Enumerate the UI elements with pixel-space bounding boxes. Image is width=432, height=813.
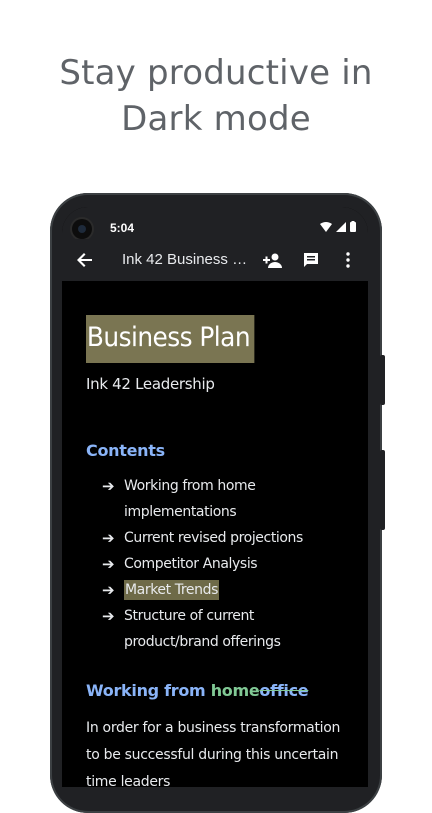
arrow-icon: ➔ bbox=[102, 607, 115, 625]
suggested-deletion[interactable]: office bbox=[259, 681, 308, 700]
arrow-icon: ➔ bbox=[102, 581, 115, 599]
phone-power-button bbox=[380, 355, 385, 405]
status-bar: 5:04 bbox=[62, 207, 368, 239]
promo-headline: Stay productive in Dark mode bbox=[0, 50, 432, 142]
section-heading: Working from homeoffice bbox=[86, 681, 309, 700]
contents-heading: Contents bbox=[86, 441, 165, 460]
phone-screen: 5:04 Ink 42 Business P... Business Plan … bbox=[62, 207, 368, 787]
toc-item[interactable]: ➔ Working from home implementations bbox=[102, 473, 352, 525]
toc-item-label-highlighted: Market Trends bbox=[124, 580, 219, 600]
status-time: 5:04 bbox=[110, 221, 135, 235]
suggested-insertion[interactable]: home bbox=[211, 681, 260, 700]
back-button[interactable] bbox=[74, 249, 96, 271]
toc-item[interactable]: ➔ Current revised projections bbox=[102, 525, 352, 551]
signal-icon bbox=[336, 221, 346, 232]
status-icons bbox=[320, 221, 356, 232]
comments-button[interactable] bbox=[300, 249, 322, 271]
doc-toolbar: Ink 42 Business P... bbox=[62, 239, 368, 281]
document-subtitle: Ink 42 Leadership bbox=[86, 375, 215, 393]
toc-item-label: Competitor Analysis bbox=[124, 556, 258, 572]
headline-line-2: Dark mode bbox=[121, 99, 311, 139]
headline-line-1: Stay productive in bbox=[59, 53, 373, 93]
add-person-icon bbox=[263, 253, 282, 268]
more-vert-icon bbox=[346, 252, 350, 268]
toc-item[interactable]: ➔ Structure of current product/brand offe… bbox=[102, 603, 352, 655]
toc-item-label: Structure of current product/brand offer… bbox=[124, 608, 281, 650]
back-arrow-icon bbox=[77, 253, 92, 267]
comment-icon bbox=[304, 253, 318, 267]
share-button[interactable] bbox=[262, 249, 284, 271]
toc-item-label: Current revised projections bbox=[124, 530, 303, 546]
wifi-icon bbox=[320, 221, 332, 232]
section-heading-text: Working from bbox=[86, 681, 211, 700]
toc-item[interactable]: ➔ Competitor Analysis bbox=[102, 551, 352, 577]
front-camera bbox=[72, 219, 92, 239]
table-of-contents: ➔ Working from home implementations ➔ Curr… bbox=[102, 473, 352, 655]
document-body[interactable]: Business Plan Ink 42 Leadership Contents… bbox=[62, 281, 368, 787]
document-title: Business Plan bbox=[86, 315, 255, 363]
arrow-icon: ➔ bbox=[102, 529, 115, 547]
body-paragraph: In order for a business transformation t… bbox=[86, 720, 341, 787]
toc-item-label: Working from home implementations bbox=[124, 478, 256, 520]
arrow-icon: ➔ bbox=[102, 555, 115, 573]
arrow-icon: ➔ bbox=[102, 477, 115, 495]
doc-title: Ink 42 Business P... bbox=[122, 251, 252, 268]
toc-item[interactable]: ➔ Market Trends bbox=[102, 577, 352, 603]
more-options-button[interactable] bbox=[337, 249, 359, 271]
phone-volume-button bbox=[380, 450, 385, 530]
battery-icon bbox=[350, 221, 356, 232]
